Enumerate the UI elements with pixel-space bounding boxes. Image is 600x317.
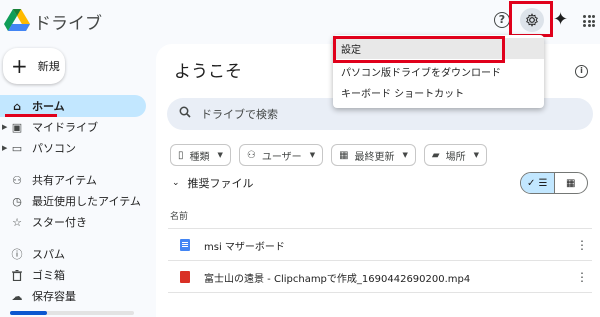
help-icon[interactable]: ? — [494, 12, 510, 28]
new-button[interactable]: + 新規 — [3, 48, 65, 84]
filter-chip-location[interactable]: ▰ 場所 ▼ — [423, 144, 488, 166]
cloud-icon: ☁ — [11, 289, 23, 303]
apps-grid-icon[interactable] — [583, 15, 595, 27]
divider — [168, 292, 592, 293]
divider — [168, 260, 592, 261]
google-doc-icon — [180, 239, 190, 251]
home-icon: ⌂ — [13, 99, 21, 113]
sidebar-item-recent[interactable]: ◷ 最近使用したアイテム — [0, 191, 146, 211]
list-icon: ☰ — [538, 177, 548, 189]
more-options-icon[interactable]: ⋮ — [576, 238, 588, 252]
settings-button[interactable] — [520, 8, 544, 32]
sidebar-item-trash[interactable]: ゴミ箱 — [0, 265, 146, 285]
info-icon[interactable]: i — [575, 65, 588, 78]
sidebar-item-label: マイドライブ — [32, 121, 98, 134]
settings-menu-annotation-box — [333, 36, 505, 63]
trash-icon — [10, 268, 24, 282]
menu-item-download-desktop[interactable]: パソコン版ドライブをダウンロード — [333, 61, 544, 82]
app-title[interactable]: ドライブ — [34, 9, 102, 34]
file-row[interactable]: msi マザーボード ⋮ — [168, 230, 592, 260]
file-name: msi マザーボード — [204, 241, 285, 253]
people-icon: ⚇ — [12, 173, 22, 187]
sidebar-item-label: 共有アイテム — [32, 174, 97, 187]
chip-label: 最終更新 — [354, 151, 395, 163]
video-file-icon — [180, 271, 190, 283]
recommended-label: 推奨ファイル — [187, 177, 254, 190]
search-placeholder: ドライブで検索 — [201, 108, 278, 121]
sidebar-item-storage[interactable]: ☁ 保存容量 — [0, 286, 146, 306]
chip-label: 場所 — [445, 151, 466, 163]
folder-icon: ▰ — [431, 149, 440, 161]
sidebar-item-label: 保存容量 — [32, 290, 76, 303]
new-button-label: 新規 — [37, 60, 60, 73]
page-title: ようこそ — [174, 62, 242, 82]
star-icon: ☆ — [12, 215, 22, 229]
sidebar-item-shared[interactable]: ⚇ 共有アイテム — [0, 170, 146, 190]
chevron-down-icon: ⌄ — [172, 178, 180, 188]
file-name: 富士山の遠景 - Clipchampで作成_1690442690200.mp4 — [204, 273, 471, 285]
dropdown-arrow-icon: ▼ — [402, 151, 408, 159]
dropdown-arrow-icon: ▼ — [309, 151, 316, 159]
chip-label: ユーザー — [261, 151, 302, 163]
home-annotation-underline — [5, 114, 57, 117]
check-icon: ✓ — [526, 177, 536, 189]
sidebar-item-my-drive[interactable]: ▣ マイドライブ — [0, 117, 146, 137]
list-view-button[interactable]: ✓ ☰ — [521, 173, 555, 193]
file-type-icon: ▯ — [178, 149, 184, 161]
grid-view-button[interactable]: ▦ — [555, 173, 588, 193]
filter-chips: ▯ 種類 ▼ ⚇ ユーザー ▼ ▦ 最終更新 ▼ ▰ 場所 ▼ — [170, 144, 488, 166]
sidebar-item-label: スター付き — [32, 216, 87, 229]
gear-icon — [526, 13, 538, 27]
sidebar-item-label: スパム — [32, 248, 65, 261]
clock-icon: ◷ — [12, 194, 22, 208]
filter-chip-type[interactable]: ▯ 種類 ▼ — [170, 144, 231, 166]
name-column-header[interactable]: 名前 — [170, 209, 188, 222]
view-toggle: ✓ ☰ ▦ — [520, 172, 588, 194]
more-options-icon[interactable]: ⋮ — [576, 270, 588, 284]
sidebar-item-spam[interactable]: ⓘ スパム — [0, 244, 146, 264]
calendar-icon: ▦ — [339, 149, 349, 161]
menu-item-keyboard-shortcuts[interactable]: キーボード ショートカット — [333, 82, 544, 103]
sidebar-item-label: ホーム — [32, 100, 65, 113]
dropdown-arrow-icon: ▼ — [473, 151, 480, 159]
divider — [168, 228, 592, 229]
recommended-files-toggle[interactable]: ⌄ 推奨ファイル — [172, 175, 254, 191]
sidebar-item-starred[interactable]: ☆ スター付き — [0, 212, 146, 232]
sidebar-item-label: 最近使用したアイテム — [32, 195, 141, 208]
storage-usage-bar — [10, 311, 134, 315]
chip-label: 種類 — [189, 151, 210, 163]
drive-logo-icon[interactable] — [4, 8, 30, 32]
spam-icon: ⓘ — [11, 248, 23, 261]
grid-icon: ▦ — [566, 177, 576, 189]
settings-annotation-box — [509, 1, 553, 37]
storage-usage-fill — [10, 311, 48, 315]
plus-icon: + — [11, 54, 28, 78]
sidebar-item-label: ゴミ箱 — [32, 269, 65, 282]
gemini-spark-icon[interactable]: ✦ — [553, 9, 568, 30]
dropdown-arrow-icon: ▼ — [217, 151, 223, 159]
computer-icon: ▭ — [11, 141, 23, 155]
search-icon — [179, 106, 191, 122]
drive-icon: ▣ — [11, 120, 23, 134]
file-row[interactable]: 富士山の遠景 - Clipchampで作成_1690442690200.mp4 … — [168, 262, 592, 292]
sidebar-item-label: パソコン — [32, 142, 76, 155]
sidebar-item-computers[interactable]: ▭ パソコン — [0, 138, 146, 158]
person-icon: ⚇ — [246, 149, 256, 161]
filter-chip-modified[interactable]: ▦ 最終更新 ▼ — [331, 144, 416, 166]
filter-chip-user[interactable]: ⚇ ユーザー ▼ — [238, 144, 324, 166]
